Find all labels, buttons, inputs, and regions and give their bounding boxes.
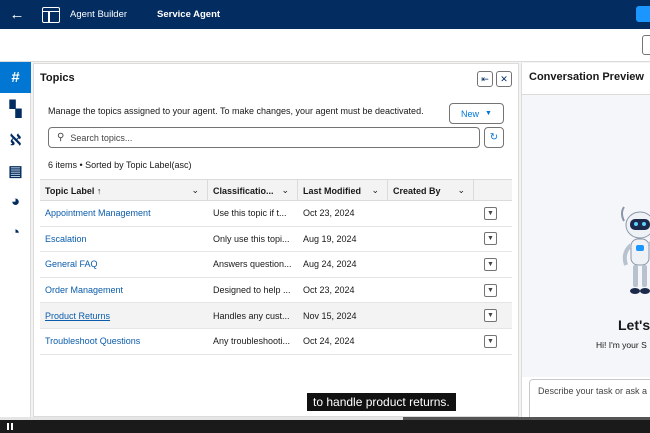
table-row: General FAQ Answers question... Aug 24, … [40, 252, 512, 278]
column-header-classification[interactable]: Classificatio... ⌄ [208, 180, 298, 201]
app-header: ← Agent Builder Service Agent [0, 0, 650, 29]
agent-name: Service Agent [157, 9, 221, 20]
left-nav-rail: # ▚ ℵ ▤ ◕ ◔ [0, 62, 31, 417]
classification-cell: Use this topic if t... [213, 208, 287, 219]
chevron-down-icon: ▼ [485, 110, 492, 117]
new-button-label: New [461, 108, 480, 119]
column-label: Classificatio... [213, 185, 274, 196]
search-input[interactable] [70, 132, 471, 143]
panel-title: Topics [40, 72, 75, 84]
classification-cell: Only use this topi... [213, 233, 290, 244]
panel-description: Manage the topics assigned to your agent… [48, 106, 424, 116]
last-modified-cell: Oct 23, 2024 [303, 208, 355, 219]
chevron-down-icon[interactable]: ⌄ [371, 185, 379, 196]
preview-body: Let's Hi! I'm your S [522, 94, 650, 377]
chevron-down-icon[interactable]: ⌄ [191, 185, 199, 196]
builder-toolbar [0, 29, 650, 62]
classification-cell: Handles any cust... [213, 310, 290, 321]
column-header-last-modified[interactable]: Last Modified ⌄ [298, 180, 388, 201]
classification-cell: Any troubleshooti... [213, 336, 291, 347]
new-topic-button[interactable]: New ▼ [449, 103, 504, 124]
preview-title: Conversation Preview [529, 71, 644, 83]
topic-label-link[interactable]: Order Management [40, 285, 208, 295]
topics-table: Topic Label ↑ ⌄ Classificatio... ⌄ Last Mo… [40, 179, 512, 355]
table-header: Topic Label ↑ ⌄ Classificatio... ⌄ Last Mo… [40, 179, 512, 201]
table-row: Appointment Management Use this topic if… [40, 201, 512, 227]
app-layout-icon [42, 6, 60, 23]
refresh-icon: ↻ [489, 132, 499, 143]
column-header-topic-label[interactable]: Topic Label ↑ ⌄ [40, 180, 208, 201]
chevron-down-icon[interactable]: ⌄ [457, 185, 465, 196]
header-action-button[interactable] [636, 6, 650, 22]
chat-input[interactable] [538, 386, 650, 416]
last-modified-cell: Oct 24, 2024 [303, 336, 355, 347]
video-progress-track[interactable] [0, 417, 650, 420]
last-modified-cell: Oct 23, 2024 [303, 285, 355, 296]
last-modified-cell: Aug 24, 2024 [303, 259, 357, 270]
search-field[interactable]: ⚲ [48, 127, 480, 148]
row-actions-chevron-icon[interactable]: ▼ [484, 309, 497, 323]
collapse-panel-icon[interactable]: ⇤ [477, 71, 493, 87]
video-caption: to handle product returns. [307, 393, 456, 411]
refresh-button[interactable]: ↻ [484, 127, 504, 148]
column-label: Last Modified [303, 185, 361, 196]
topic-label-link[interactable]: Product Returns [40, 311, 208, 321]
last-modified-cell: Aug 19, 2024 [303, 233, 357, 244]
close-icon[interactable]: ✕ [496, 71, 512, 87]
table-row: Troubleshoot Questions Any troubleshooti… [40, 329, 512, 355]
pause-icon[interactable] [7, 423, 13, 430]
topic-label-link[interactable]: Appointment Management [40, 208, 208, 218]
table-row: Product Returns Handles any cust... Nov … [40, 303, 512, 329]
search-icon: ⚲ [57, 132, 65, 143]
app-name: Agent Builder [70, 9, 128, 20]
topic-label-link[interactable]: Troubleshoot Questions [40, 336, 208, 346]
preview-greeting: Hi! I'm your S [596, 340, 647, 350]
hash-icon[interactable]: # [0, 62, 31, 93]
row-actions-chevron-icon[interactable]: ▼ [484, 283, 497, 297]
palette-icon[interactable]: ◕ [0, 186, 31, 217]
topic-label-link[interactable]: General FAQ [40, 259, 208, 269]
chevron-down-icon[interactable]: ⌄ [281, 185, 289, 196]
row-actions-chevron-icon[interactable]: ▼ [484, 257, 497, 271]
library-icon[interactable]: ▤ [0, 155, 31, 186]
row-actions-chevron-icon[interactable]: ▼ [484, 232, 497, 246]
column-label: Topic Label ↑ [45, 185, 102, 196]
video-progress-fill [0, 417, 403, 420]
back-arrow-icon[interactable]: ← [0, 0, 34, 29]
column-header-created-by[interactable]: Created By ⌄ [388, 180, 474, 201]
topics-panel: Topics ⇤ ✕ Manage the topics assigned to… [33, 63, 519, 417]
row-actions-chevron-icon[interactable]: ▼ [484, 334, 497, 348]
components-icon[interactable]: ▚ [0, 93, 31, 124]
agent-robot-icon [621, 206, 650, 294]
actions-icon[interactable]: ℵ [0, 124, 31, 155]
topic-label-link[interactable]: Escalation [40, 234, 208, 244]
classification-cell: Designed to help ... [213, 285, 291, 296]
items-info: 6 items • Sorted by Topic Label(asc) [48, 160, 192, 170]
row-actions-chevron-icon[interactable]: ▼ [484, 206, 497, 220]
conversation-preview-panel: Conversation Preview Let's Hi! I'm your … [521, 63, 650, 426]
last-modified-cell: Nov 15, 2024 [303, 310, 357, 321]
table-row: Order Management Designed to help ... Oc… [40, 278, 512, 304]
classification-cell: Answers question... [213, 259, 292, 270]
analytics-icon[interactable]: ◔ [0, 217, 31, 248]
column-label: Created By [393, 185, 441, 196]
column-header-actions [474, 180, 512, 201]
preview-heading: Let's [618, 317, 650, 333]
video-controls [0, 417, 650, 433]
table-row: Escalation Only use this topi... Aug 19,… [40, 227, 512, 253]
toolbar-button[interactable] [642, 35, 650, 55]
